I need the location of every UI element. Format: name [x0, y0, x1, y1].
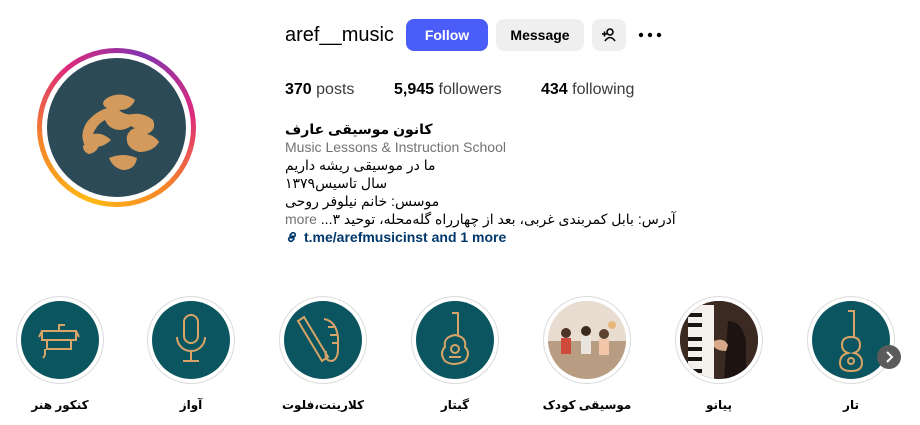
posts-count: 370 [285, 81, 312, 98]
message-button[interactable]: Message [496, 19, 584, 51]
following-stat[interactable]: 434 following [541, 81, 634, 99]
highlight-label: کلارینت،فلوت [281, 398, 364, 412]
highlight-cover [416, 301, 494, 379]
highlight-cover [21, 301, 99, 379]
suggest-accounts-button[interactable] [592, 19, 626, 51]
highlight-label: پیانو [706, 398, 732, 412]
bio-more-link[interactable]: more [285, 211, 317, 227]
highlight-piano[interactable]: پیانو [675, 296, 765, 416]
add-person-icon [602, 28, 616, 42]
posts-label: posts [316, 81, 355, 98]
highlight-kids-music[interactable]: موسیقی کودک [543, 296, 633, 416]
highlight-cover-photo [548, 301, 626, 379]
bio-line: ما در موسیقی ریشه داریم [285, 157, 436, 173]
profile-full-name: کانون موسیقی عارف [285, 121, 433, 137]
highlight-konkur-honar[interactable]: کنکور هنر [16, 296, 106, 416]
highlight-cover-photo [680, 301, 758, 379]
highlight-label: آواز [179, 398, 203, 412]
guitar-icon [441, 312, 469, 365]
bio-line: موسس: خانم نیلوفر روحی [285, 193, 440, 209]
kids-photo-icon [548, 301, 626, 379]
bio-link-text: t.me/arefmusicinst and 1 more [304, 229, 507, 245]
bio-line: سال تاسیس۱۳۷۹ [285, 175, 388, 191]
saxophone-clarinet-icon [296, 315, 339, 363]
bio-address-line: آدرس: بابل کمربندی غربی، بعد از چهارراه … [285, 211, 676, 228]
bio-external-link[interactable]: t.me/arefmusicinst and 1 more [285, 229, 506, 245]
profile-avatar[interactable] [47, 58, 186, 197]
following-count: 434 [541, 81, 568, 98]
follow-button[interactable]: Follow [406, 19, 488, 51]
followers-stat[interactable]: 5,945 followers [394, 81, 502, 99]
profile-category: Music Lessons & Instruction School [285, 139, 506, 155]
highlight-cover [152, 301, 230, 379]
piano-photo-icon [680, 301, 758, 379]
highlight-label: گیتار [440, 398, 470, 412]
tar-instrument-icon [838, 310, 864, 373]
highlight-guitar[interactable]: گیتار [411, 296, 501, 416]
username: aref__music [285, 24, 394, 46]
avatar-gap [42, 53, 191, 202]
highlight-label: موسیقی کودک [542, 398, 632, 412]
graduation-cap-icon [38, 324, 80, 359]
highlight-cover [284, 301, 362, 379]
more-options-icon[interactable] [638, 26, 662, 44]
highlight-avaz[interactable]: آواز [147, 296, 237, 416]
posts-stat: 370 posts [285, 81, 354, 99]
highlight-cover [812, 301, 890, 379]
highlight-label: تار [843, 398, 859, 412]
aref-logo-icon [82, 94, 159, 170]
highlight-clarinet-flute[interactable]: کلارینت،فلوت [279, 296, 369, 416]
following-label: following [572, 81, 635, 98]
profile-avatar-ring[interactable] [37, 48, 196, 207]
highlight-label: کنکور هنر [31, 398, 89, 412]
microphone-icon [176, 314, 206, 362]
bio-address-text: آدرس: بابل کمربندی غربی، بعد از چهارراه … [320, 211, 676, 227]
followers-label: followers [438, 81, 502, 98]
link-icon [287, 231, 297, 243]
chevron-right-icon [886, 351, 894, 363]
highlights-next-button[interactable] [877, 345, 901, 369]
followers-count: 5,945 [394, 81, 435, 98]
